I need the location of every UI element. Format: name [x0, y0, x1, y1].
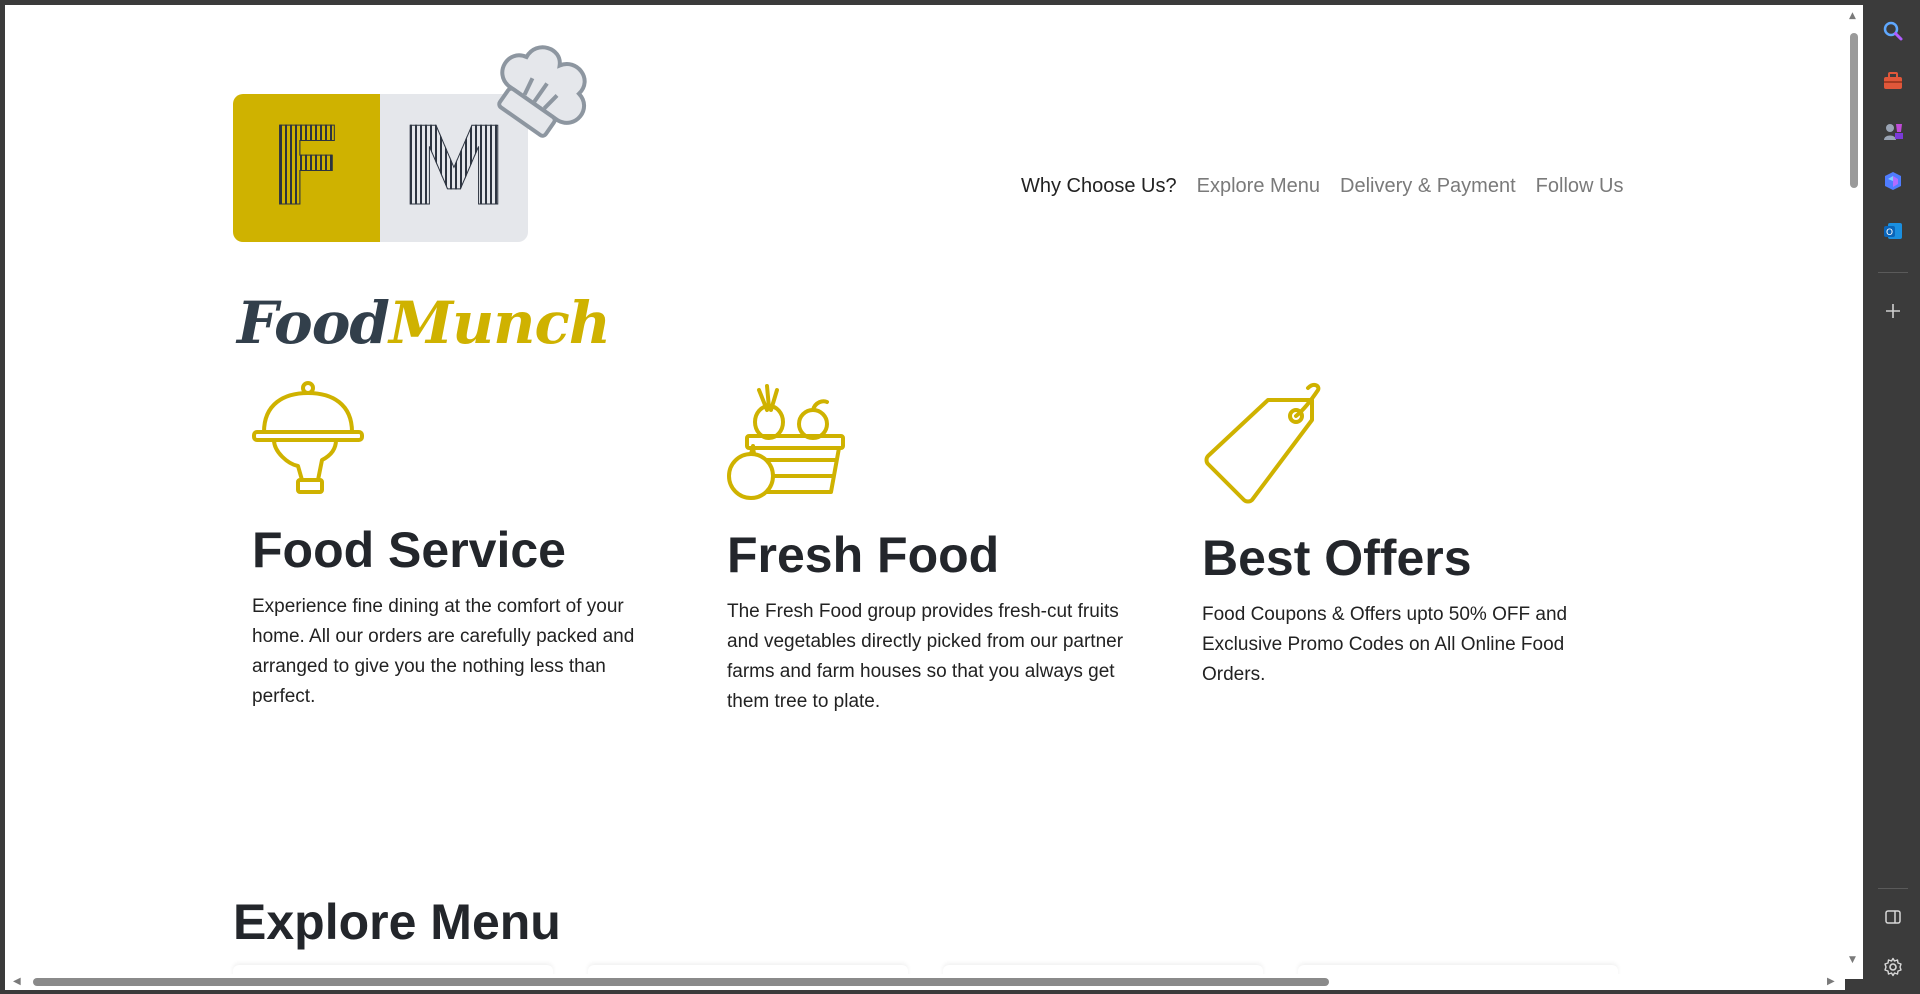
scroll-down-icon[interactable]: ▼ — [1849, 955, 1856, 965]
vertical-scroll-thumb[interactable] — [1850, 33, 1858, 188]
browser-viewport: F M FoodMunch Why Choose Us? Explore Men… — [5, 5, 1845, 979]
brand-name-munch: Munch — [388, 289, 611, 357]
fruit-basket-icon — [727, 384, 845, 500]
feature-best-offers: Best Offers Food Coupons & Offers upto 5… — [1202, 531, 1602, 690]
brand-name: FoodMunch — [237, 289, 611, 357]
copilot-icon[interactable] — [1878, 166, 1908, 196]
main-nav: Why Choose Us? Explore Menu Delivery & P… — [1021, 175, 1623, 198]
feature-food-service: Food Service Experience fine dining at t… — [252, 523, 662, 712]
logo-letter-f: F — [269, 105, 344, 230]
sidebar-divider — [1878, 888, 1908, 889]
feature-title: Best Offers — [1202, 530, 1472, 586]
games-icon[interactable] — [1878, 116, 1908, 146]
settings-icon[interactable] — [1878, 952, 1908, 982]
price-tag-icon — [1204, 382, 1321, 504]
feature-text: The Fresh Food group provides fresh-cut … — [727, 601, 1124, 712]
feature-text: Experience fine dining at the comfort of… — [252, 596, 635, 707]
logo-f-tile: F — [233, 94, 380, 242]
brand-name-food: Food — [237, 289, 390, 357]
nav-explore-menu[interactable]: Explore Menu — [1197, 175, 1320, 198]
add-icon[interactable] — [1878, 296, 1908, 326]
feature-title: Fresh Food — [727, 527, 1000, 583]
scroll-right-icon[interactable]: ▶ — [1827, 976, 1835, 987]
chef-hat-icon — [497, 45, 587, 138]
scroll-up-icon[interactable]: ▲ — [1849, 11, 1856, 21]
scroll-left-icon[interactable]: ◀ — [13, 976, 21, 987]
horizontal-scrollbar[interactable]: ◀ ▶ — [5, 974, 1845, 990]
sidebar-divider — [1878, 272, 1908, 273]
vertical-scrollbar[interactable]: ▲ ▼ — [1845, 5, 1863, 979]
explore-menu-heading: Explore Menu — [233, 894, 561, 950]
serving-cloche-icon — [252, 381, 364, 494]
browser-sidebar: O — [1866, 0, 1920, 994]
split-view-icon[interactable] — [1878, 902, 1908, 932]
search-icon[interactable] — [1878, 16, 1908, 46]
horizontal-scroll-thumb[interactable] — [33, 978, 1329, 986]
feature-title: Food Service — [252, 522, 566, 578]
feature-fresh-food: Fresh Food The Fresh Food group provides… — [727, 528, 1127, 717]
nav-why-choose-us[interactable]: Why Choose Us? — [1021, 175, 1177, 198]
outlook-icon[interactable]: O — [1878, 216, 1908, 246]
svg-text:O: O — [1886, 228, 1893, 238]
toolbox-icon[interactable] — [1878, 66, 1908, 96]
nav-delivery-payment[interactable]: Delivery & Payment — [1340, 175, 1516, 198]
nav-follow-us[interactable]: Follow Us — [1536, 175, 1624, 198]
feature-text: Food Coupons & Offers upto 50% OFF and E… — [1202, 604, 1568, 685]
